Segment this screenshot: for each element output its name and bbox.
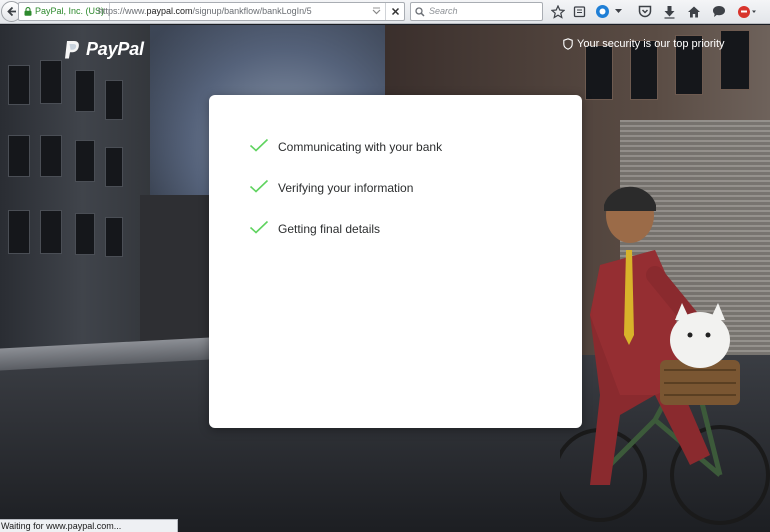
security-text: Your security is our top priority — [577, 38, 725, 50]
checkmark-icon — [249, 179, 269, 193]
url-path: /signup/bankflow/bankLogIn/5 — [192, 6, 312, 16]
browser-toolbar: PayPal, Inc. (US) https://www.paypal.com… — [0, 0, 770, 24]
search-icon — [415, 7, 425, 17]
pocket-icon[interactable] — [637, 4, 652, 19]
shield-icon — [563, 38, 573, 50]
checkmark-icon — [249, 138, 269, 152]
url-text[interactable]: https://www.paypal.com/signup/bankflow/b… — [98, 3, 312, 20]
search-bar[interactable]: Search — [410, 2, 543, 21]
progress-step-label: Communicating with your bank — [278, 140, 443, 154]
url-domain: paypal.com — [146, 6, 193, 16]
progress-step-label: Getting final details — [278, 222, 381, 236]
extension-icon[interactable] — [737, 4, 757, 19]
sync-icon[interactable] — [595, 4, 610, 19]
bank-link-progress-card: Communicating with your bank Verifying y… — [209, 95, 582, 428]
download-icon[interactable] — [662, 4, 677, 19]
chevron-down-icon[interactable] — [613, 4, 623, 19]
cyclist-photo — [560, 186, 770, 525]
site-identity-label: PayPal, Inc. (US) — [35, 6, 105, 16]
progress-step-label: Verifying your information — [278, 181, 414, 195]
paypal-logo-icon — [65, 40, 79, 58]
stop-button[interactable] — [385, 3, 404, 20]
chevron-down-icon[interactable] — [372, 7, 381, 16]
bookmark-star-icon[interactable] — [550, 4, 565, 19]
url-prefix: https://www. — [98, 6, 147, 16]
url-bar[interactable]: PayPal, Inc. (US) https://www.paypal.com… — [18, 2, 405, 21]
chat-icon[interactable] — [711, 4, 726, 19]
paypal-logo[interactable]: PayPal — [63, 39, 144, 60]
security-notice: Your security is our top priority — [563, 38, 725, 50]
home-icon[interactable] — [686, 4, 701, 19]
browser-status-bar: Waiting for www.paypal.com... — [0, 519, 178, 532]
close-icon — [391, 7, 399, 16]
arrow-left-icon — [7, 6, 16, 17]
search-input[interactable]: Search — [429, 6, 458, 16]
checkmark-icon — [249, 220, 269, 234]
logo-text: PayPal — [86, 39, 144, 59]
lock-icon — [24, 7, 32, 16]
reading-list-icon[interactable] — [572, 4, 587, 19]
